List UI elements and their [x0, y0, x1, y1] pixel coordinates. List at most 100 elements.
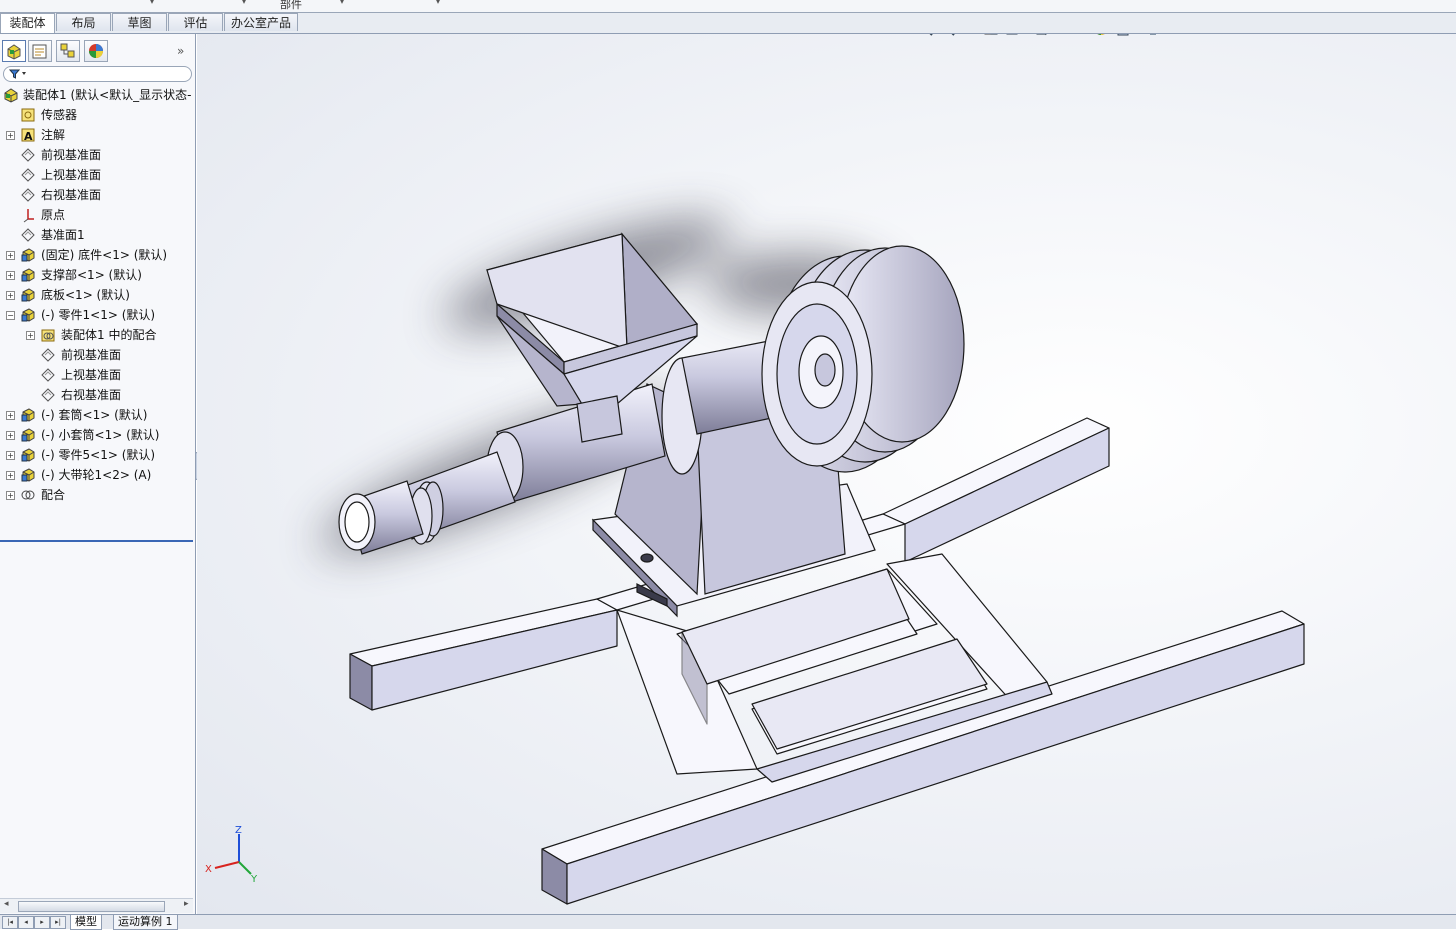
chevron-down-icon[interactable]: ▾	[340, 0, 344, 6]
plane-icon	[41, 348, 55, 362]
horizontal-scrollbar[interactable]: ◂ ▸	[0, 898, 193, 913]
last-tab-icon[interactable]: ▸|	[50, 916, 66, 929]
assembly-model[interactable]	[197, 34, 1456, 914]
command-manager-tabs: 装配体 布局 草图 评估 办公室产品	[0, 13, 1456, 34]
next-tab-icon[interactable]: ▸	[34, 916, 50, 929]
menu-bar-strip: 部件 ▾ ▾ ▾ ▾	[0, 0, 1456, 13]
tree-end-marker	[0, 540, 193, 542]
coordinate-triad-icon: Z X Y	[205, 825, 258, 884]
tree-item-label: 右视基准面	[61, 388, 122, 402]
bottom-tab-bar: |◂ ◂ ▸ ▸| 模型 运动算例 1	[0, 914, 1456, 930]
tree-item[interactable]: + (-) 套筒<1> (默认)	[0, 405, 195, 425]
expand-icon[interactable]: +	[6, 451, 15, 460]
tree-item-label: (-) 套筒<1> (默认)	[41, 408, 148, 422]
mates-icon	[21, 490, 35, 500]
tree-item[interactable]: 右视基准面	[0, 185, 195, 205]
tree-item[interactable]: 传感器	[0, 105, 195, 125]
tree-item[interactable]: + (-) 小套筒<1> (默认)	[0, 425, 195, 445]
plane-icon	[21, 228, 35, 242]
tree-item[interactable]: 上视基准面	[0, 165, 195, 185]
part-icon	[21, 428, 35, 442]
triad-x-label: X	[205, 864, 212, 875]
expand-icon[interactable]: +	[6, 411, 15, 420]
display-manager-tab[interactable]	[84, 40, 108, 62]
sensor-icon	[21, 108, 35, 122]
chevron-down-icon[interactable]: ▾	[242, 0, 246, 6]
prev-tab-icon[interactable]: ◂	[18, 916, 34, 929]
graphics-area[interactable]: ▾▾▾▾▾	[197, 34, 1456, 914]
display-manager-icon	[89, 44, 103, 58]
configuration-manager-icon	[60, 43, 75, 58]
tree-item-label: (-) 零件1<1> (默认)	[41, 308, 156, 322]
expand-icon[interactable]: +	[6, 251, 15, 260]
tree-item-label: 前视基准面	[61, 348, 122, 362]
tree-item[interactable]: 基准面1	[0, 225, 195, 245]
tree-item[interactable]: 原点	[0, 205, 195, 225]
menu-item-parts[interactable]: 部件	[280, 0, 302, 12]
expand-icon[interactable]: +	[6, 431, 15, 440]
expand-panel-icon[interactable]: »	[177, 44, 184, 58]
tree-item[interactable]: + A 注解	[0, 125, 195, 145]
tab-layout[interactable]: 布局	[56, 13, 111, 31]
tree-item[interactable]: − (-) 零件1<1> (默认)	[0, 305, 195, 325]
tree-item-label: 配合	[41, 488, 66, 502]
tree-item[interactable]: + 装配体1 中的配合	[0, 325, 195, 345]
configuration-manager-tab[interactable]	[56, 40, 80, 62]
tree-root-assembly[interactable]: 装配体1 (默认<默认_显示状态-	[0, 85, 195, 105]
chevron-down-icon[interactable]: ▾	[436, 0, 440, 6]
first-tab-icon[interactable]: |◂	[2, 916, 18, 929]
tree-item-label: 底板<1> (默认)	[41, 288, 130, 302]
tree-filter-input[interactable]	[3, 66, 192, 82]
expand-icon[interactable]: +	[6, 291, 15, 300]
tree-item[interactable]: + 底板<1> (默认)	[0, 285, 195, 305]
tree-item[interactable]: + (-) 零件5<1> (默认)	[0, 445, 195, 465]
annotation-icon: A	[21, 128, 35, 143]
scroll-right-icon[interactable]: ▸	[184, 899, 189, 909]
expand-icon[interactable]: +	[6, 471, 15, 480]
tree-item[interactable]: 右视基准面	[0, 385, 195, 405]
assembly-icon	[4, 88, 18, 103]
scroll-left-icon[interactable]: ◂	[4, 899, 9, 909]
triad-y-label: Y	[250, 874, 258, 884]
tree-item-label: 传感器	[41, 108, 78, 122]
mates-folder-icon	[41, 329, 55, 342]
collapse-icon[interactable]: −	[6, 311, 15, 320]
part-icon	[21, 308, 35, 322]
tree-item-label: 原点	[41, 208, 66, 222]
svg-text:A: A	[24, 130, 33, 143]
expand-icon[interactable]: +	[26, 331, 35, 340]
tree-item[interactable]: + 支撑部<1> (默认)	[0, 265, 195, 285]
expand-icon[interactable]: +	[6, 131, 15, 140]
tree-item-label: 右视基准面	[41, 188, 102, 202]
expand-icon[interactable]: +	[6, 271, 15, 280]
part-icon	[21, 268, 35, 282]
panel-tabs: »	[0, 40, 195, 62]
tab-assembly[interactable]: 装配体	[0, 13, 55, 33]
tree-item[interactable]: 前视基准面	[0, 145, 195, 165]
tab-office-products[interactable]: 办公室产品	[224, 13, 298, 31]
tab-evaluate[interactable]: 评估	[168, 13, 223, 31]
filter-icon	[8, 69, 26, 79]
part-icon	[21, 468, 35, 482]
expand-icon[interactable]: +	[6, 491, 15, 500]
tree-item-label: 基准面1	[41, 228, 85, 242]
plane-icon	[21, 168, 35, 182]
tree-item-label: 装配体1 中的配合	[61, 328, 157, 342]
scrollbar-thumb[interactable]	[18, 901, 165, 912]
property-manager-icon	[32, 44, 47, 59]
tab-sketch[interactable]: 草图	[112, 13, 167, 31]
tree-item-label: 上视基准面	[41, 168, 102, 182]
tree-item[interactable]: 前视基准面	[0, 345, 195, 365]
tree-item[interactable]: + (固定) 底件<1> (默认)	[0, 245, 195, 265]
tree-item-label: 注解	[41, 128, 66, 142]
part-icon	[21, 408, 35, 422]
tree-item[interactable]: 上视基准面	[0, 365, 195, 385]
tree-item[interactable]: + 配合	[0, 485, 195, 505]
tree-item-label: 前视基准面	[41, 148, 102, 162]
feature-manager-panel: » 装配体1 (默认<默认_显示状态- 传感器 + A 注解 前视基准面 上视基准面 右视基…	[0, 34, 196, 928]
feature-manager-tab[interactable]	[2, 40, 26, 62]
part-icon	[21, 288, 35, 302]
property-manager-tab[interactable]	[28, 40, 52, 62]
tree-item[interactable]: + (-) 大带轮1<2> (A)	[0, 465, 195, 485]
chevron-down-icon[interactable]: ▾	[150, 0, 154, 6]
